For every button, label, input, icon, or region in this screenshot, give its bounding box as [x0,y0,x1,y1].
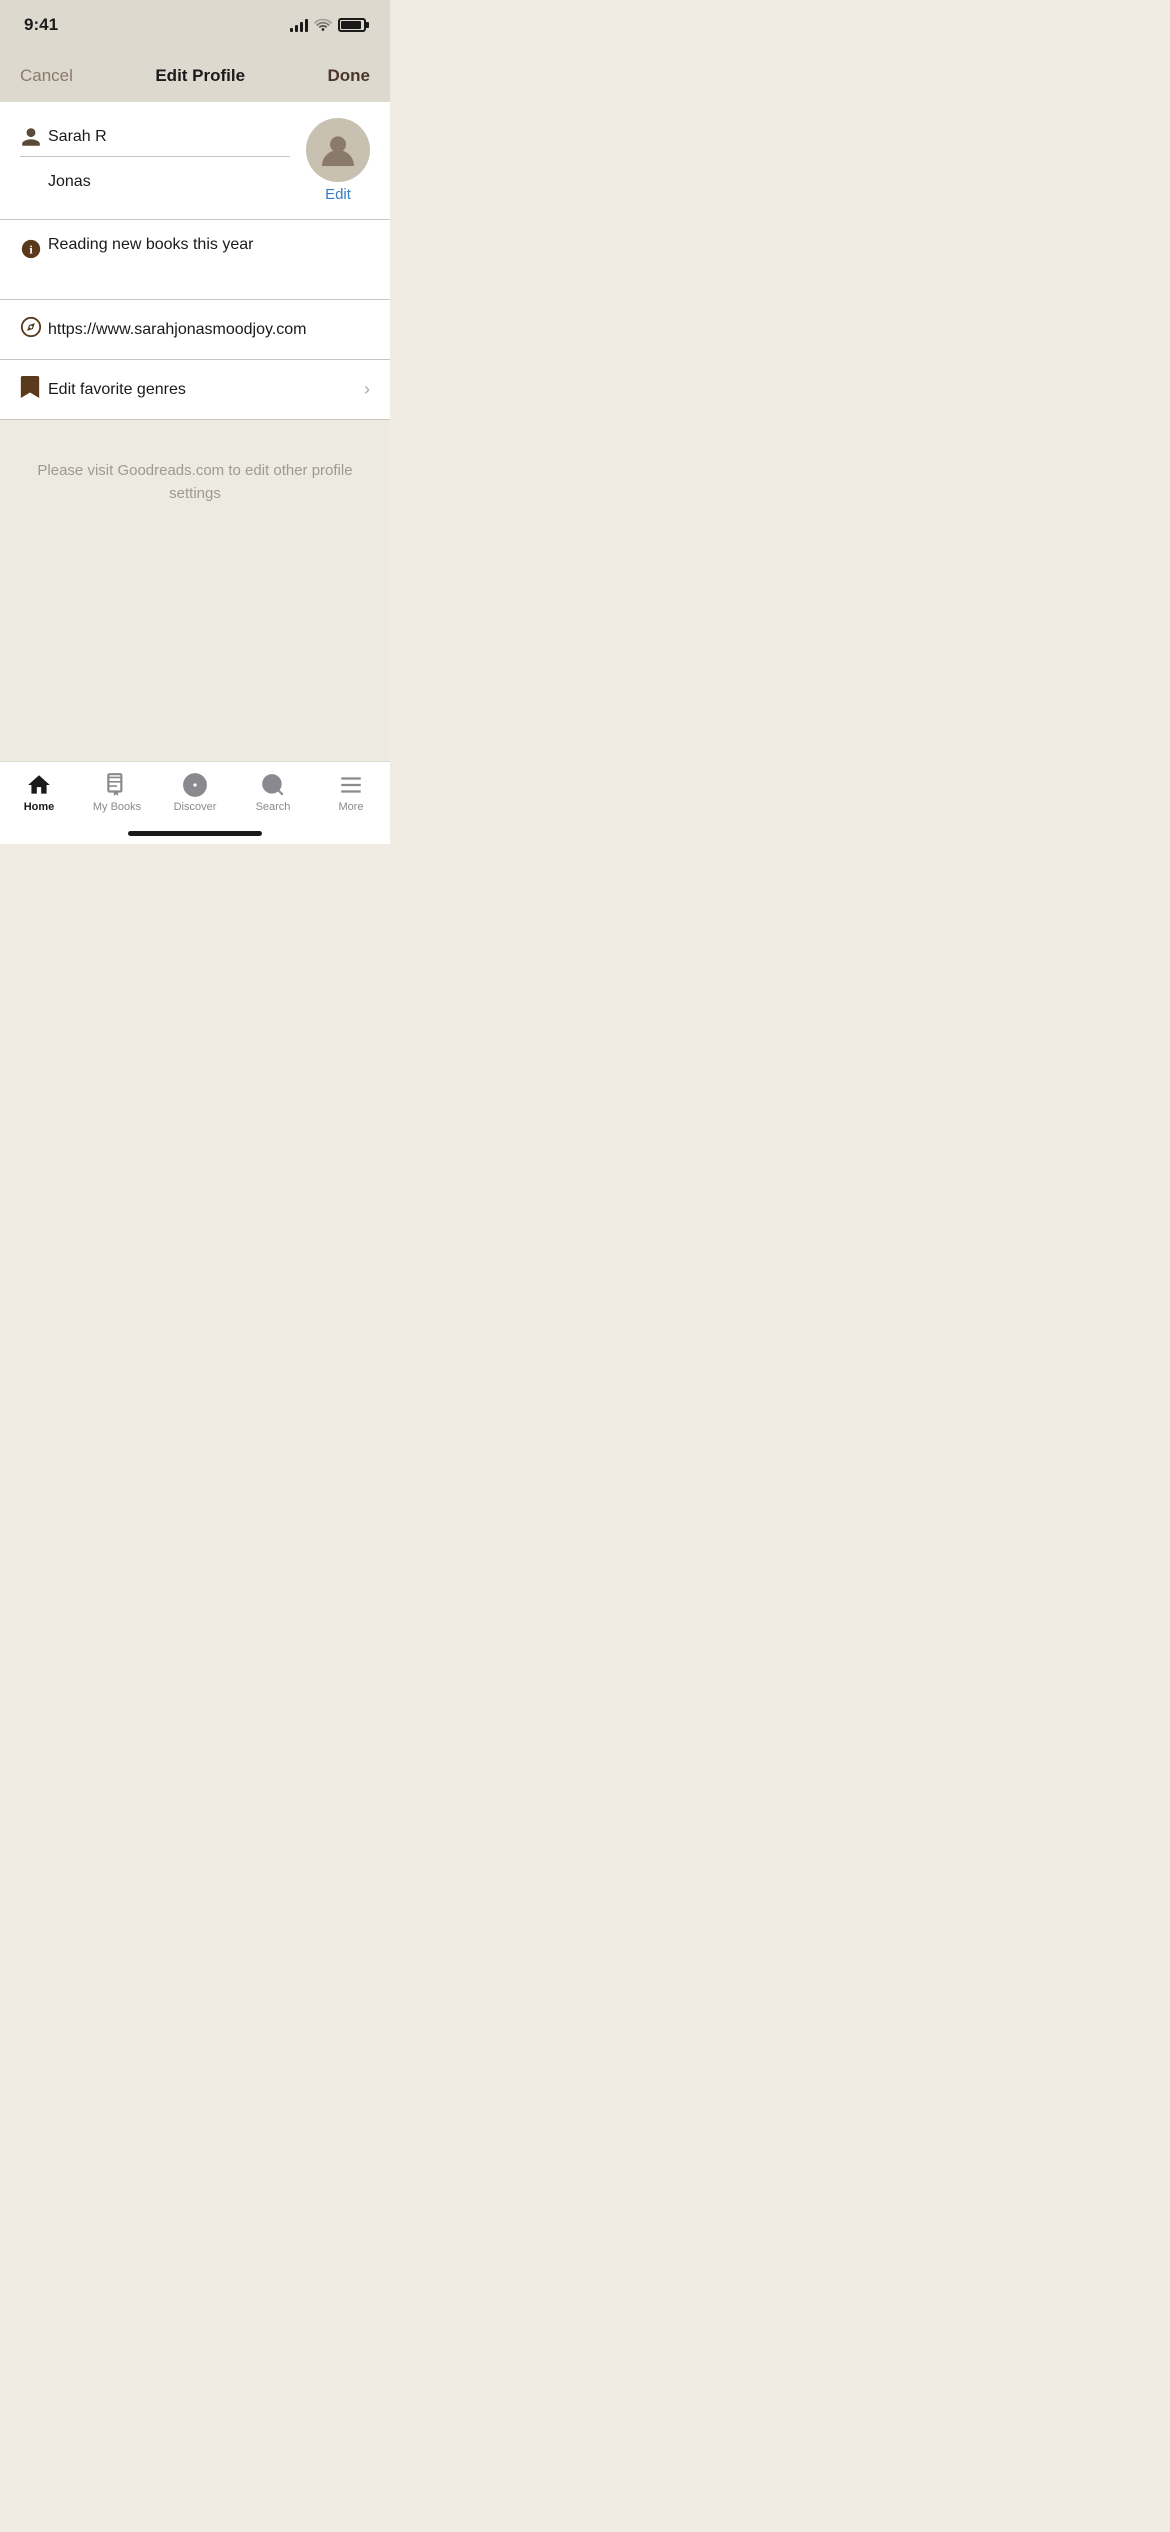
tab-home-label: Home [24,801,55,813]
battery-icon [338,18,366,32]
done-button[interactable]: Done [328,66,371,86]
chevron-right-icon: › [364,379,370,400]
lastname-field[interactable]: Jonas [20,165,290,199]
bio-section[interactable]: i Reading new books this year [0,219,390,299]
tab-more-label: More [338,801,363,813]
status-time: 9:41 [24,15,58,35]
url-text: https://www.sarahjonasmoodjoy.com [48,321,370,339]
page-title: Edit Profile [155,66,245,86]
search-icon [260,772,286,798]
bookmark-icon [20,376,48,403]
url-section[interactable]: https://www.sarahjonasmoodjoy.com [0,299,390,359]
tab-more[interactable]: More [312,772,390,813]
tab-search[interactable]: Search [234,772,312,813]
genres-section[interactable]: Edit favorite genres › [0,359,390,420]
person-icon [20,126,48,148]
mybooks-icon [104,772,130,798]
info-icon: i [20,236,48,265]
avatar-container: Edit [306,118,370,203]
nav-bar: Cancel Edit Profile Done [0,50,390,102]
avatar-edit-button[interactable]: Edit [325,186,351,203]
genres-label: Edit favorite genres [48,381,364,399]
firstname-value: Sarah R [48,128,290,146]
firstname-field[interactable]: Sarah R [20,118,290,157]
tab-discover-label: Discover [174,801,217,813]
profile-fields: Sarah R Jonas [20,118,290,199]
lastname-value: Jonas [48,173,91,191]
wifi-icon [314,18,332,32]
tab-home[interactable]: Home [0,772,78,813]
avatar[interactable] [306,118,370,182]
tab-discover[interactable]: Discover [156,772,234,813]
cancel-button[interactable]: Cancel [20,66,73,86]
main-content: Sarah R Jonas Edit i Reading new books t… [0,102,390,761]
discover-icon [182,772,208,798]
gray-message: Please visit Goodreads.com to edit other… [30,460,360,505]
tab-search-label: Search [256,801,291,813]
signal-icon [290,18,308,32]
home-indicator [128,831,262,836]
more-icon [338,772,364,798]
home-icon [26,772,52,798]
bio-text: Reading new books this year [48,236,370,254]
status-bar: 9:41 [0,0,390,50]
tab-mybooks[interactable]: My Books [78,772,156,813]
compass-icon [20,316,48,343]
tab-mybooks-label: My Books [93,801,141,813]
profile-section: Sarah R Jonas Edit [0,102,390,219]
status-icons [290,18,366,32]
gray-area: Please visit Goodreads.com to edit other… [0,420,390,761]
